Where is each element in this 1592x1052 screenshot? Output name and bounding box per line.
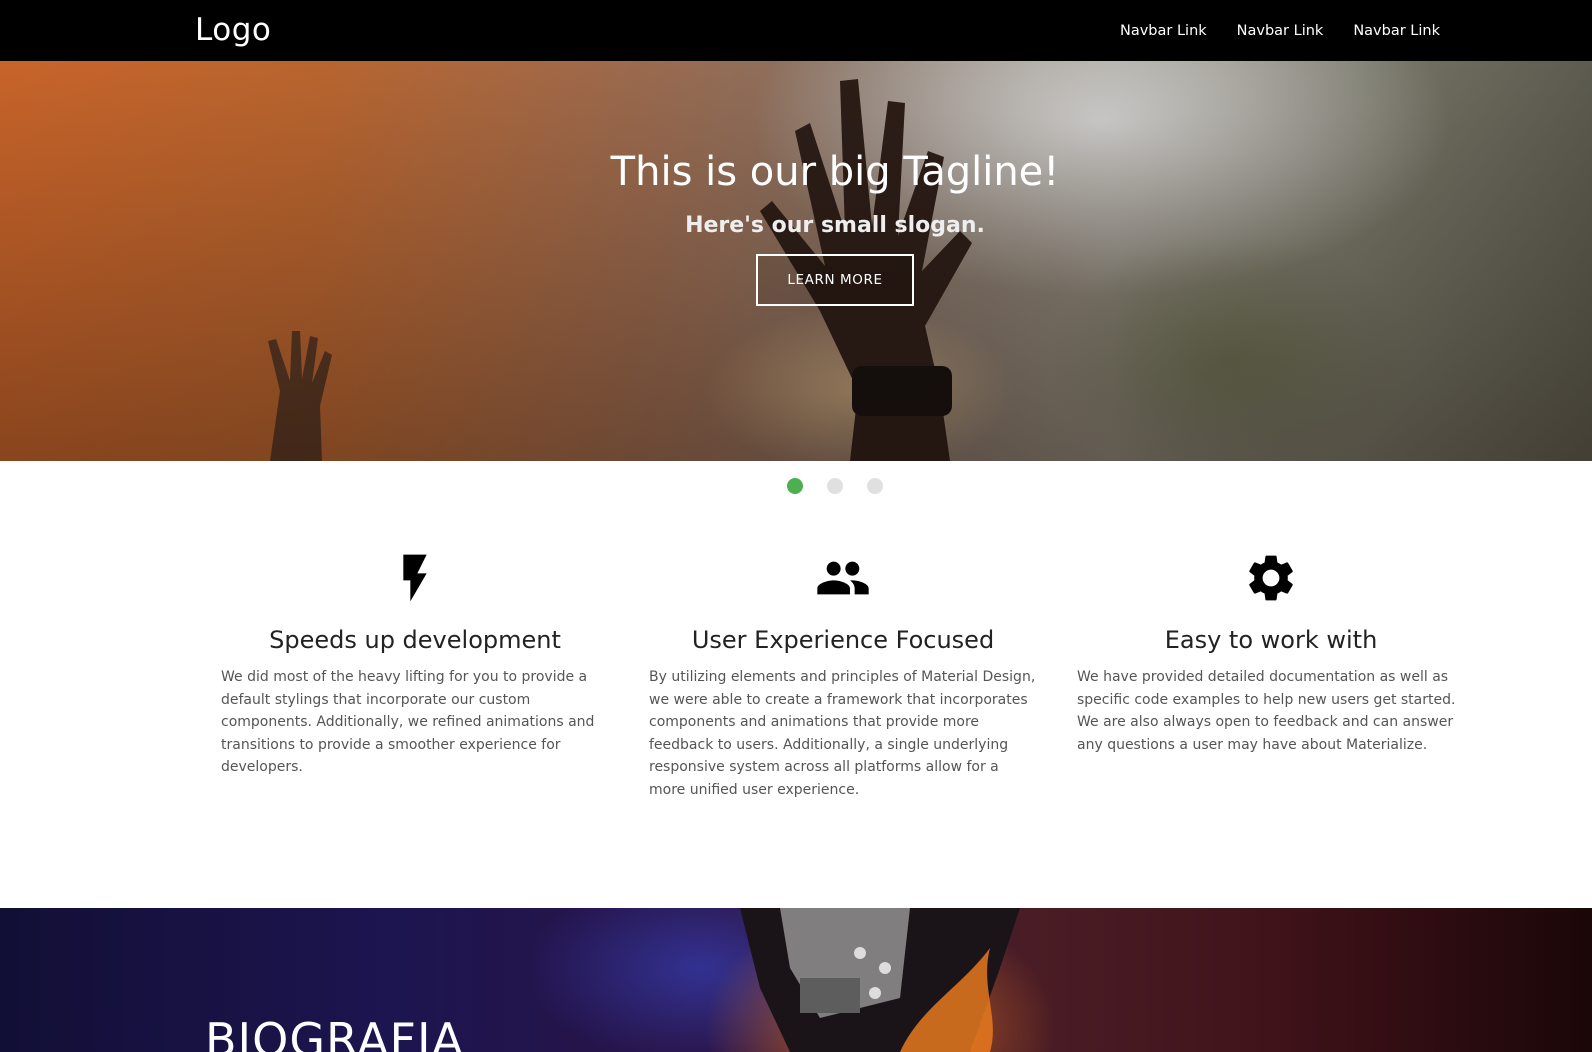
hero-tagline: This is our big Tagline! <box>610 149 1060 195</box>
slider-indicator-2[interactable] <box>827 478 843 494</box>
slider-indicators <box>0 478 1592 494</box>
bio-parallax: BIOGRAFIA <box>0 908 1592 1052</box>
nav-links: Navbar Link Navbar Link Navbar Link <box>1090 0 1440 61</box>
group-icon <box>817 561 869 595</box>
bio-title: BIOGRAFIA <box>205 1013 465 1052</box>
feature-card: Speeds up development We did most of the… <box>201 550 629 801</box>
navbar: Logo Navbar Link Navbar Link Navbar Link <box>0 0 1592 61</box>
navbar-link-3[interactable]: Navbar Link <box>1353 23 1440 39</box>
guitar-image <box>740 908 1020 1052</box>
feature-text: We did most of the heavy lifting for you… <box>221 669 595 775</box>
slider-indicator-3[interactable] <box>867 478 883 494</box>
feature-title: User Experience Focused <box>691 626 995 654</box>
feature-card: User Experience Focused By utilizing ele… <box>629 550 1057 801</box>
navbar-link-2[interactable]: Navbar Link <box>1237 23 1324 39</box>
slider-indicator-1[interactable] <box>787 478 803 494</box>
logo[interactable]: Logo <box>195 10 271 50</box>
features-section: Speeds up development We did most of the… <box>201 550 1491 801</box>
feature-card: Easy to work with We have provided detai… <box>1057 550 1485 801</box>
settings-icon <box>1249 555 1293 601</box>
feature-text: We have provided detailed documentation … <box>1077 669 1456 753</box>
hero-slogan: Here's our small slogan. <box>685 213 985 238</box>
feature-title: Speeds up development <box>269 626 561 654</box>
flash-icon <box>403 554 427 602</box>
feature-text: By utilizing elements and principles of … <box>649 669 1036 798</box>
feature-title: Easy to work with <box>1164 626 1378 654</box>
hero-slider[interactable]: This is our big Tagline! Here's our smal… <box>0 61 1592 461</box>
learn-more-button[interactable]: LEARN MORE <box>756 254 914 306</box>
navbar-link-1[interactable]: Navbar Link <box>1120 23 1207 39</box>
